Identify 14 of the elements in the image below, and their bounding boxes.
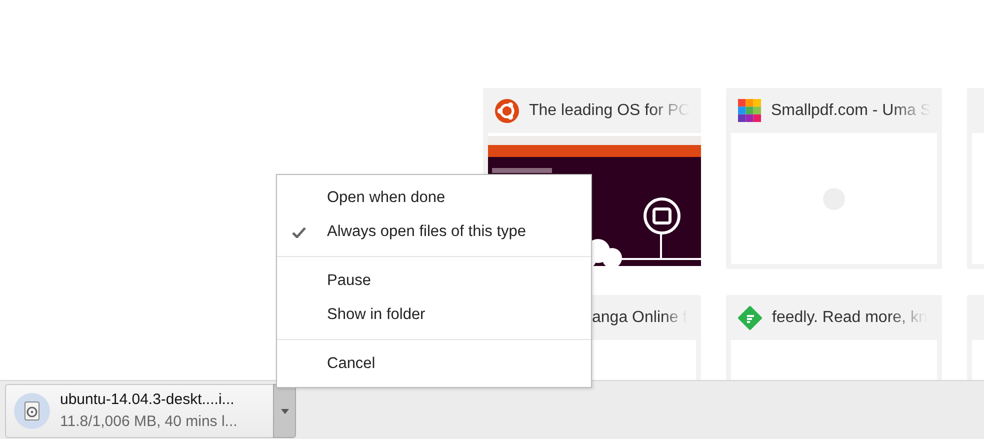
download-item[interactable]: ubuntu-14.04.3-deskt....i... 11.8/1,006 MB, 40 mins l...	[5, 384, 273, 438]
feedly-logo-icon	[738, 306, 762, 330]
download-filename: ubuntu-14.04.3-deskt....i...	[60, 390, 236, 410]
menu-item[interactable]: Cancel	[277, 347, 591, 381]
download-status: 11.8/1,006 MB, 40 mins l...	[60, 412, 238, 432]
caret-icon	[280, 408, 288, 414]
menu-item[interactable]: Show in folder	[277, 298, 591, 332]
color-grid-icon	[738, 99, 761, 122]
dropdown-button[interactable]	[273, 384, 296, 438]
disc-file-icon	[14, 393, 50, 429]
ubuntu-logo-icon	[495, 98, 519, 122]
tile-card[interactable]	[967, 295, 984, 380]
tile-title: The leading OS for PC	[529, 100, 690, 120]
thumbnail-area	[972, 340, 984, 380]
